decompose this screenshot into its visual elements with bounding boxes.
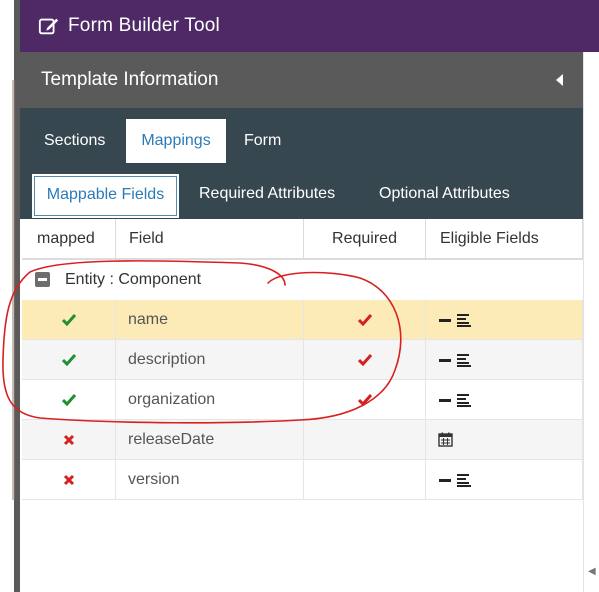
align-left-icon[interactable] <box>456 353 472 367</box>
required-cell <box>304 300 426 339</box>
mapped-cell <box>22 300 116 339</box>
eligible-fields-cell <box>426 300 583 339</box>
group-row-entity-component: Entity : Component <box>22 260 583 300</box>
check-icon <box>357 313 372 326</box>
calendar-icon[interactable] <box>438 432 453 447</box>
table-row[interactable]: releaseDate <box>22 420 583 460</box>
check-icon <box>61 313 76 326</box>
table-row[interactable]: organization <box>22 380 583 420</box>
required-cell <box>304 420 426 459</box>
subtab-optional-attributes[interactable]: Optional Attributes <box>379 174 510 218</box>
mapped-cell <box>22 380 116 419</box>
scrollbar[interactable]: ◀ <box>583 0 599 592</box>
table-row[interactable]: description <box>22 340 583 380</box>
required-cell <box>304 380 426 419</box>
background-window-edge <box>0 0 22 592</box>
check-icon <box>61 353 76 366</box>
eligible-fields-cell <box>426 460 583 499</box>
app-header: Form Builder Tool <box>20 0 599 52</box>
required-cell <box>304 460 426 499</box>
mapped-cell <box>22 420 116 459</box>
column-header-field[interactable]: Field <box>116 219 304 258</box>
mappings-grid: mapped Field Required Eligible Fields En… <box>22 219 583 500</box>
minus-icon[interactable] <box>438 394 452 406</box>
subtab-required-attributes[interactable]: Required Attributes <box>199 174 335 218</box>
mapped-cell <box>22 340 116 379</box>
column-header-required[interactable]: Required <box>304 219 426 258</box>
grid-header: mapped Field Required Eligible Fields <box>22 219 583 260</box>
template-information-bar[interactable]: Template Information <box>20 52 583 108</box>
check-icon <box>357 353 372 366</box>
group-label: Entity : Component <box>65 271 202 288</box>
table-row[interactable]: version <box>22 460 583 500</box>
subtab-mappable-fields[interactable]: Mappable Fields <box>32 174 179 218</box>
align-left-icon[interactable] <box>456 313 472 327</box>
column-header-mapped[interactable]: mapped <box>22 219 116 258</box>
field-cell: name <box>116 300 304 339</box>
field-cell: description <box>116 340 304 379</box>
x-icon <box>63 434 74 445</box>
app-title: Form Builder Tool <box>68 15 220 36</box>
collapse-group-icon[interactable] <box>35 272 50 287</box>
required-cell <box>304 340 426 379</box>
x-icon <box>63 474 74 485</box>
field-cell: organization <box>116 380 304 419</box>
align-left-icon[interactable] <box>456 473 472 487</box>
table-row[interactable]: name <box>22 300 583 340</box>
align-left-icon[interactable] <box>456 393 472 407</box>
tab-form[interactable]: Form <box>244 119 281 163</box>
edit-icon <box>38 18 59 35</box>
template-information-title: Template Information <box>41 69 219 90</box>
tab-mappings[interactable]: Mappings <box>126 119 226 163</box>
minus-icon[interactable] <box>438 474 452 486</box>
field-cell: version <box>116 460 304 499</box>
background-window-shadow <box>12 80 15 500</box>
tab-sections[interactable]: Sections <box>44 119 105 163</box>
minus-icon[interactable] <box>438 314 452 326</box>
check-icon <box>61 393 76 406</box>
scroll-left-arrow-icon[interactable]: ◀ <box>588 566 596 577</box>
column-header-eligible-fields[interactable]: Eligible Fields <box>426 219 583 258</box>
field-cell: releaseDate <box>116 420 304 459</box>
eligible-fields-cell <box>426 420 583 459</box>
tab-bar: Sections Mappings Form Mappable Fields R… <box>20 108 583 219</box>
eligible-fields-cell <box>426 340 583 379</box>
caret-left-icon[interactable] <box>556 74 563 86</box>
eligible-fields-cell <box>426 380 583 419</box>
mapped-cell <box>22 460 116 499</box>
check-icon <box>357 393 372 406</box>
minus-icon[interactable] <box>438 354 452 366</box>
